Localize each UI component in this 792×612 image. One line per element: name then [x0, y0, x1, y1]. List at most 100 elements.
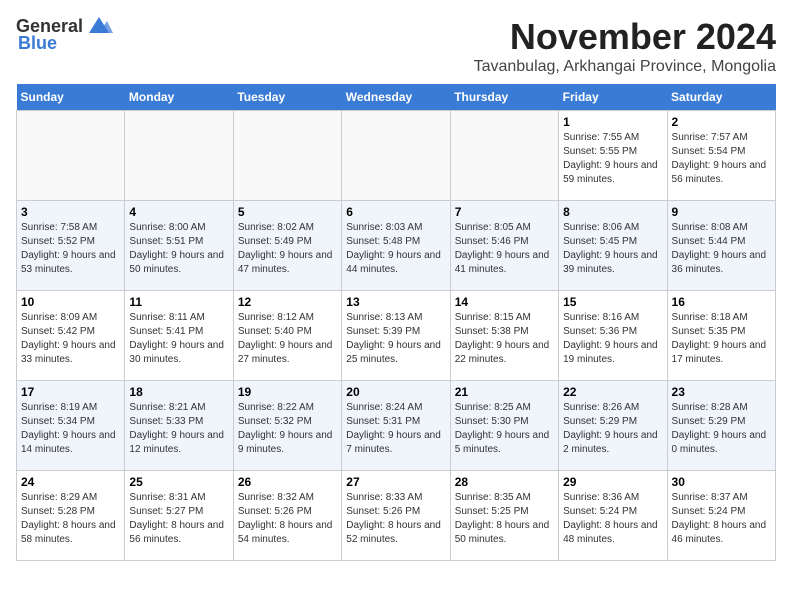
day-info: Sunrise: 8:24 AM Sunset: 5:31 PM Dayligh… [346, 401, 445, 457]
calendar-cell: 26 Sunrise: 8:32 AM Sunset: 5:26 PM Dayli… [233, 471, 341, 561]
calendar-cell: 14 Sunrise: 8:15 AM Sunset: 5:38 PM Dayli… [450, 291, 558, 381]
day-number: 14 [455, 295, 554, 309]
calendar-cell: 7Sunrise: 8:05 AM Sunset: 5:46 PM Daylig… [450, 201, 558, 291]
weekday-header: Saturday [667, 84, 775, 111]
day-number: 24 [21, 475, 120, 489]
calendar-cell: 25 Sunrise: 8:31 AM Sunset: 5:27 PM Dayli… [125, 471, 233, 561]
day-info: Sunrise: 8:21 AM Sunset: 5:33 PM Dayligh… [129, 401, 228, 457]
day-number: 15 [563, 295, 662, 309]
calendar-cell: 24 Sunrise: 8:29 AM Sunset: 5:28 PM Dayli… [17, 471, 125, 561]
day-info: Sunrise: 8:12 AM Sunset: 5:40 PM Dayligh… [238, 311, 337, 367]
calendar-week-row: 24 Sunrise: 8:29 AM Sunset: 5:28 PM Dayli… [17, 471, 776, 561]
day-number: 29 [563, 475, 662, 489]
calendar-cell: 21 Sunrise: 8:25 AM Sunset: 5:30 PM Dayli… [450, 381, 558, 471]
day-number: 26 [238, 475, 337, 489]
day-info: Sunrise: 7:57 AM Sunset: 5:54 PM Dayligh… [672, 131, 771, 187]
day-number: 12 [238, 295, 337, 309]
day-number: 22 [563, 385, 662, 399]
calendar-cell: 5 Sunrise: 8:02 AM Sunset: 5:49 PM Daylig… [233, 201, 341, 291]
day-info: Sunrise: 8:13 AM Sunset: 5:39 PM Dayligh… [346, 311, 445, 367]
calendar-cell [450, 111, 558, 201]
day-number: 8 [563, 205, 662, 219]
day-info: Sunrise: 8:33 AM Sunset: 5:26 PM Dayligh… [346, 491, 445, 547]
day-number: 27 [346, 475, 445, 489]
logo-blue: Blue [18, 33, 57, 54]
calendar-cell: 1Sunrise: 7:55 AM Sunset: 5:55 PM Daylig… [559, 111, 667, 201]
day-info: Sunrise: 8:15 AM Sunset: 5:38 PM Dayligh… [455, 311, 554, 367]
calendar-cell: 23 Sunrise: 8:28 AM Sunset: 5:29 PM Dayli… [667, 381, 775, 471]
calendar-cell: 4 Sunrise: 8:00 AM Sunset: 5:51 PM Daylig… [125, 201, 233, 291]
calendar-week-row: 1Sunrise: 7:55 AM Sunset: 5:55 PM Daylig… [17, 111, 776, 201]
calendar-cell: 19 Sunrise: 8:22 AM Sunset: 5:32 PM Dayli… [233, 381, 341, 471]
calendar-cell: 10Sunrise: 8:09 AM Sunset: 5:42 PM Dayli… [17, 291, 125, 381]
calendar-week-row: 3 Sunrise: 7:58 AM Sunset: 5:52 PM Daylig… [17, 201, 776, 291]
logo-icon [85, 15, 113, 37]
day-number: 13 [346, 295, 445, 309]
day-info: Sunrise: 8:06 AM Sunset: 5:45 PM Dayligh… [563, 221, 662, 277]
day-info: Sunrise: 8:02 AM Sunset: 5:49 PM Dayligh… [238, 221, 337, 277]
day-number: 16 [672, 295, 771, 309]
calendar-cell: 16Sunrise: 8:18 AM Sunset: 5:35 PM Dayli… [667, 291, 775, 381]
day-number: 25 [129, 475, 228, 489]
weekday-header: Wednesday [342, 84, 450, 111]
day-number: 9 [672, 205, 771, 219]
day-info: Sunrise: 8:19 AM Sunset: 5:34 PM Dayligh… [21, 401, 120, 457]
day-number: 7 [455, 205, 554, 219]
day-number: 19 [238, 385, 337, 399]
day-number: 5 [238, 205, 337, 219]
calendar-cell: 3 Sunrise: 7:58 AM Sunset: 5:52 PM Daylig… [17, 201, 125, 291]
calendar-cell: 11Sunrise: 8:11 AM Sunset: 5:41 PM Dayli… [125, 291, 233, 381]
calendar-cell: 28 Sunrise: 8:35 AM Sunset: 5:25 PM Dayli… [450, 471, 558, 561]
calendar-week-row: 17 Sunrise: 8:19 AM Sunset: 5:34 PM Dayli… [17, 381, 776, 471]
calendar-cell: 18 Sunrise: 8:21 AM Sunset: 5:33 PM Dayli… [125, 381, 233, 471]
calendar-table: SundayMondayTuesdayWednesdayThursdayFrid… [16, 84, 776, 561]
day-info: Sunrise: 8:28 AM Sunset: 5:29 PM Dayligh… [672, 401, 771, 457]
day-info: Sunrise: 8:35 AM Sunset: 5:25 PM Dayligh… [455, 491, 554, 547]
weekday-header: Friday [559, 84, 667, 111]
weekday-header: Tuesday [233, 84, 341, 111]
weekday-header: Sunday [17, 84, 125, 111]
day-info: Sunrise: 7:58 AM Sunset: 5:52 PM Dayligh… [21, 221, 120, 277]
calendar-cell: 2Sunrise: 7:57 AM Sunset: 5:54 PM Daylig… [667, 111, 775, 201]
day-info: Sunrise: 8:08 AM Sunset: 5:44 PM Dayligh… [672, 221, 771, 277]
day-info: Sunrise: 8:29 AM Sunset: 5:28 PM Dayligh… [21, 491, 120, 547]
day-number: 30 [672, 475, 771, 489]
day-number: 1 [563, 115, 662, 129]
day-info: Sunrise: 8:03 AM Sunset: 5:48 PM Dayligh… [346, 221, 445, 277]
day-number: 3 [21, 205, 120, 219]
calendar-cell: 13 Sunrise: 8:13 AM Sunset: 5:39 PM Dayli… [342, 291, 450, 381]
title-section: November 2024 Tavanbulag, Arkhangai Prov… [474, 16, 776, 76]
day-info: Sunrise: 8:22 AM Sunset: 5:32 PM Dayligh… [238, 401, 337, 457]
day-number: 20 [346, 385, 445, 399]
weekday-header: Monday [125, 84, 233, 111]
day-info: Sunrise: 8:16 AM Sunset: 5:36 PM Dayligh… [563, 311, 662, 367]
day-info: Sunrise: 8:25 AM Sunset: 5:30 PM Dayligh… [455, 401, 554, 457]
calendar-cell: 30Sunrise: 8:37 AM Sunset: 5:24 PM Dayli… [667, 471, 775, 561]
day-number: 4 [129, 205, 228, 219]
day-info: Sunrise: 8:26 AM Sunset: 5:29 PM Dayligh… [563, 401, 662, 457]
calendar-cell: 8 Sunrise: 8:06 AM Sunset: 5:45 PM Daylig… [559, 201, 667, 291]
calendar-cell [342, 111, 450, 201]
calendar-cell [125, 111, 233, 201]
location-title: Tavanbulag, Arkhangai Province, Mongolia [474, 58, 776, 76]
page-header: General Blue November 2024 Tavanbulag, A… [16, 16, 776, 76]
calendar-cell: 29 Sunrise: 8:36 AM Sunset: 5:24 PM Dayli… [559, 471, 667, 561]
day-info: Sunrise: 8:32 AM Sunset: 5:26 PM Dayligh… [238, 491, 337, 547]
day-info: Sunrise: 8:36 AM Sunset: 5:24 PM Dayligh… [563, 491, 662, 547]
day-number: 17 [21, 385, 120, 399]
day-number: 23 [672, 385, 771, 399]
day-number: 18 [129, 385, 228, 399]
calendar-cell: 12 Sunrise: 8:12 AM Sunset: 5:40 PM Dayli… [233, 291, 341, 381]
day-number: 21 [455, 385, 554, 399]
calendar-cell [233, 111, 341, 201]
day-info: Sunrise: 8:00 AM Sunset: 5:51 PM Dayligh… [129, 221, 228, 277]
calendar-cell: 22 Sunrise: 8:26 AM Sunset: 5:29 PM Dayli… [559, 381, 667, 471]
calendar-cell: 20 Sunrise: 8:24 AM Sunset: 5:31 PM Dayli… [342, 381, 450, 471]
day-number: 6 [346, 205, 445, 219]
day-info: Sunrise: 8:31 AM Sunset: 5:27 PM Dayligh… [129, 491, 228, 547]
day-number: 28 [455, 475, 554, 489]
day-number: 10 [21, 295, 120, 309]
month-title: November 2024 [474, 16, 776, 58]
calendar-cell: 6 Sunrise: 8:03 AM Sunset: 5:48 PM Daylig… [342, 201, 450, 291]
calendar-week-row: 10Sunrise: 8:09 AM Sunset: 5:42 PM Dayli… [17, 291, 776, 381]
